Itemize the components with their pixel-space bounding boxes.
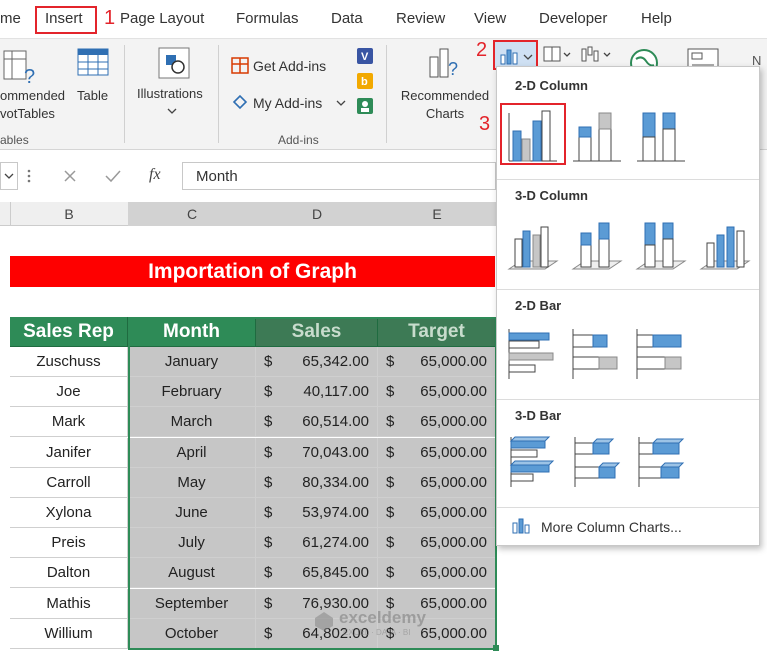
section-2d-column: 2-D Column xyxy=(515,78,588,93)
illustrations-label[interactable]: Illustrations xyxy=(137,85,203,103)
step-2-label: 2 xyxy=(476,39,488,61)
people-graph-icon[interactable] xyxy=(356,97,374,115)
tab-developer[interactable]: Developer xyxy=(539,10,607,27)
section-3d-bar: 3-D Bar xyxy=(515,408,562,423)
clustered-bar-chart-icon[interactable] xyxy=(505,325,561,381)
tab-page-layout[interactable]: Page Layout xyxy=(120,10,204,27)
svg-text:?: ? xyxy=(448,59,458,79)
cell-sales-rep[interactable]: Mark xyxy=(10,407,128,437)
visio-icon[interactable]: V xyxy=(356,47,374,65)
recommended-pivottables-icon[interactable]: ? xyxy=(2,47,42,87)
3d-column-chart-icon[interactable] xyxy=(697,217,753,273)
formula-input[interactable]: Month xyxy=(182,162,496,190)
column-header-c[interactable]: C xyxy=(128,206,256,222)
column-header-b[interactable]: B xyxy=(10,206,128,222)
3d-clustered-bar-chart-icon[interactable] xyxy=(505,433,561,489)
get-addins-button[interactable]: Get Add-ins xyxy=(253,57,326,75)
fill-handle[interactable] xyxy=(493,645,499,651)
store-icon[interactable] xyxy=(230,55,250,75)
section-2d-bar: 2-D Bar xyxy=(515,298,562,313)
my-addins-icon[interactable] xyxy=(230,92,250,112)
dropdown-separator xyxy=(497,507,759,508)
svg-text:b: b xyxy=(361,76,368,88)
watermark-logo-icon xyxy=(315,612,333,631)
watermark: exceldemy EXCEL · DATA · BI xyxy=(313,606,463,642)
100-stacked-column-chart-icon[interactable] xyxy=(633,107,689,163)
column-header-e[interactable]: E xyxy=(378,206,496,222)
3d-100-stacked-bar-chart-icon[interactable] xyxy=(633,433,689,489)
cell-sales-rep[interactable]: Dalton xyxy=(10,558,128,588)
dropdown-separator xyxy=(497,179,759,180)
tab-formulas[interactable]: Formulas xyxy=(236,10,299,27)
more-column-charts-icon[interactable] xyxy=(511,517,531,535)
3d-stacked-bar-chart-icon[interactable] xyxy=(569,433,625,489)
ribbon-separator xyxy=(218,45,219,143)
ribbon-separator xyxy=(386,45,387,143)
insert-highlight-box xyxy=(35,6,97,34)
cell-sales-rep[interactable]: Mathis xyxy=(10,589,128,619)
tab-data[interactable]: Data xyxy=(331,10,363,27)
step-1-label: 1 xyxy=(104,7,116,29)
column-header-row: B C D E xyxy=(0,202,496,226)
column-chart-icon xyxy=(500,49,518,65)
cancel-icon[interactable] xyxy=(62,168,78,184)
100-stacked-bar-chart-icon[interactable] xyxy=(633,325,689,381)
watermark-brand: exceldemy xyxy=(339,608,426,627)
sheet-title: Importation of Graph xyxy=(10,256,495,287)
stacked-column-chart-icon[interactable] xyxy=(569,107,625,163)
stacked-bar-chart-icon[interactable] xyxy=(569,325,625,381)
hierarchy-chart-icon[interactable] xyxy=(542,45,574,65)
tab-help[interactable]: Help xyxy=(641,10,672,27)
cell-sales-rep[interactable]: Xylona xyxy=(10,498,128,528)
3d-100-stacked-column-chart-icon[interactable] xyxy=(633,217,689,273)
more-icon xyxy=(27,169,31,183)
column-header-d[interactable]: D xyxy=(256,206,378,222)
tab-review[interactable]: Review xyxy=(396,10,445,27)
waterfall-chart-icon[interactable] xyxy=(580,45,616,65)
table-icon[interactable] xyxy=(76,45,112,81)
table-label[interactable]: Table xyxy=(77,87,108,105)
enter-icon[interactable] xyxy=(104,168,122,184)
chevron-down-icon xyxy=(523,54,533,60)
insert-function-icon[interactable]: fx xyxy=(149,166,161,184)
ribbon-separator xyxy=(124,45,125,143)
my-addins-button[interactable]: My Add-ins xyxy=(253,94,322,112)
svg-text:?: ? xyxy=(24,66,35,87)
dropdown-separator xyxy=(497,399,759,400)
3d-clustered-column-chart-icon[interactable] xyxy=(505,217,561,273)
cell-sales-rep[interactable]: Zuschuss xyxy=(10,347,128,377)
3d-stacked-column-chart-icon[interactable] xyxy=(569,217,625,273)
svg-text:V: V xyxy=(361,51,369,63)
addins-group-label: Add-ins xyxy=(278,133,319,147)
name-box[interactable] xyxy=(0,162,18,190)
formula-value: Month xyxy=(196,168,238,185)
watermark-tagline: EXCEL · DATA · BI xyxy=(343,628,411,637)
selection-border xyxy=(128,317,497,650)
cell-sales-rep[interactable]: Carroll xyxy=(10,468,128,498)
illustrations-icon[interactable] xyxy=(156,45,192,81)
cell-sales-rep[interactable]: Joe xyxy=(10,377,128,407)
clustered-column-chart-icon[interactable] xyxy=(505,107,561,163)
recommended-pivottables-label[interactable]: ommended votTables xyxy=(0,87,66,123)
tab-view[interactable]: View xyxy=(474,10,506,27)
column-chart-dropdown: 2-D Column 3 3-D Column 2-D Bar 3-D Bar … xyxy=(479,66,760,546)
menu-bar: me Insert 1 Page Layout Formulas Data Re… xyxy=(0,0,767,38)
chevron-down-icon[interactable] xyxy=(167,107,177,115)
section-3d-column: 3-D Column xyxy=(515,188,588,203)
dropdown-separator xyxy=(497,289,759,290)
header-sales-rep[interactable]: Sales Rep xyxy=(10,317,128,347)
chevron-down-icon[interactable] xyxy=(336,99,346,107)
tables-group-label: ables xyxy=(0,133,29,147)
tab-home[interactable]: me xyxy=(0,10,21,27)
more-column-charts-link[interactable]: More Column Charts... xyxy=(541,519,682,535)
chevron-down-icon[interactable] xyxy=(3,172,15,182)
cell-sales-rep[interactable]: Janifer xyxy=(10,438,128,468)
cell-sales-rep[interactable]: Preis xyxy=(10,528,128,558)
step-3-label: 3 xyxy=(479,113,491,135)
bing-icon[interactable]: b xyxy=(356,72,374,90)
cell-sales-rep[interactable]: Willium xyxy=(10,619,128,649)
recommended-charts-icon[interactable]: ? xyxy=(426,45,462,81)
